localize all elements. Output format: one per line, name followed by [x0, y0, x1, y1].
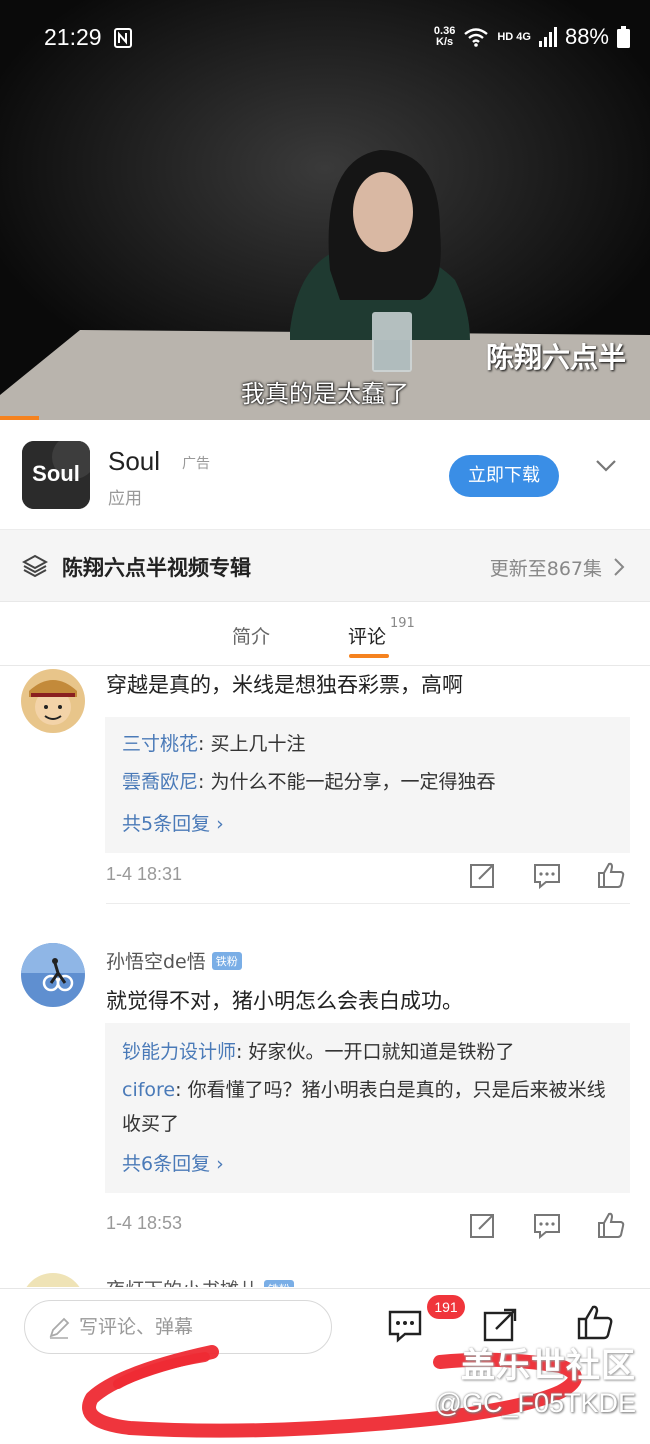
fan-badge: 铁粉 [211, 952, 242, 970]
reply-text: : 买上几十注 [198, 733, 306, 755]
comment-item: 孙悟空de悟 铁粉 就觉得不对，猪小明怎么会表白成功。 钞能力设计师: 好家伙。一… [0, 923, 650, 1253]
channel-logo: 陈翔六点半 [485, 341, 626, 374]
like-icon[interactable] [596, 860, 626, 890]
network-speed: 0.36 K/s [434, 26, 455, 48]
username-text[interactable]: 孙悟空de悟 [106, 951, 206, 973]
network-type: HD 4G [497, 31, 531, 43]
active-tab-indicator [349, 654, 389, 658]
like-icon[interactable] [576, 1303, 614, 1341]
comment-icon[interactable] [532, 860, 562, 890]
reply-text: : 为什么不能一起分享，一定得独吞 [198, 771, 496, 793]
tab-bar: 简介 评论 191 [0, 602, 650, 666]
nfc-icon [114, 28, 132, 48]
album-update-count[interactable]: 更新至867集 [490, 554, 602, 581]
more-replies-label: 共5条回复 [122, 813, 211, 835]
share-icon[interactable] [468, 860, 498, 890]
video-subtitle: 我真的是太蠢了 [241, 380, 409, 408]
comment-text: 穿越是真的，米线是想独吞彩票，高啊 [106, 673, 463, 697]
avatar[interactable] [21, 943, 85, 1007]
user-watermark: @GC_F05TKDE [434, 1388, 636, 1418]
comment-username[interactable]: 夜灯下的小书摊儿铁粉 [106, 1275, 295, 1287]
fan-badge: 铁粉 [264, 1280, 295, 1287]
like-icon[interactable] [596, 1210, 626, 1240]
forum-watermark: 盖乐世社区 [461, 1346, 636, 1386]
comment-icon[interactable] [532, 1210, 562, 1240]
ad-category: 应用 [108, 489, 142, 509]
ad-tag: 广告 [182, 456, 210, 472]
signal-icon [538, 27, 557, 47]
avatar[interactable] [21, 669, 85, 733]
comment-time: 1-4 18:53 [106, 1213, 183, 1233]
album-title: 陈翔六点半视频专辑 [62, 556, 251, 580]
chevron-right-icon[interactable] [612, 556, 626, 578]
comment-icon[interactable] [387, 1307, 423, 1343]
video-player[interactable]: 21:29 0.36 K/s HD 4G 88% 陈翔六点半 我真的是太蠢了 [0, 0, 650, 420]
tab-comments[interactable]: 评论 [348, 622, 386, 649]
app-icon-label: Soul [32, 461, 80, 486]
reply-author[interactable]: cifore [122, 1079, 175, 1101]
divider [106, 903, 630, 904]
username-text[interactable]: 夜灯下的小书摊儿 [106, 1279, 258, 1287]
reply-text: : 你看懂了吗？猪小明表白是真的，只是后来被米线收买了 [122, 1079, 606, 1135]
more-replies-link[interactable]: 共5条回复 › [122, 809, 224, 836]
tab-intro[interactable]: 简介 [232, 622, 270, 649]
app-icon[interactable]: Soul [22, 441, 90, 509]
reply-item[interactable]: 钞能力设计师: 好家伙。一开口就知道是铁粉了 [122, 1035, 612, 1069]
avatar[interactable] [21, 1273, 85, 1287]
comment-text: 就觉得不对，猪小明怎么会表白成功。 [106, 989, 463, 1013]
comment-list[interactable]: 穿越是真的，米线是想独吞彩票，高啊 三寸桃花: 买上几十注 雲喬欧尼: 为什么不… [0, 667, 650, 1287]
reply-box[interactable]: 钞能力设计师: 好家伙。一开口就知道是铁粉了 cifore: 你看懂了吗？猪小明… [105, 1023, 630, 1193]
comment-item: 夜灯下的小书摊儿铁粉 [0, 1273, 650, 1287]
album-row[interactable]: 陈翔六点半视频专辑 更新至867集 [0, 530, 650, 602]
battery-icon [617, 26, 630, 48]
wifi-icon [464, 28, 489, 47]
status-bar: 21:29 0.36 K/s HD 4G 88% [0, 0, 650, 70]
speed-unit: K/s [436, 36, 454, 48]
reply-author[interactable]: 三寸桃花 [122, 733, 198, 755]
download-button[interactable]: 立即下载 [449, 455, 559, 497]
reply-author[interactable]: 雲喬欧尼 [122, 771, 198, 793]
chevron-down-icon[interactable] [592, 456, 620, 476]
reply-item[interactable]: 三寸桃花: 买上几十注 [122, 727, 612, 761]
comment-input-box[interactable] [24, 1300, 332, 1354]
more-replies-label: 共6条回复 [122, 1153, 211, 1175]
share-icon[interactable] [468, 1210, 498, 1240]
more-replies-link[interactable]: 共6条回复 › [122, 1149, 224, 1176]
reply-item[interactable]: 雲喬欧尼: 为什么不能一起分享，一定得独吞 [122, 765, 612, 799]
comment-count-badge: 191 [427, 1295, 465, 1319]
comment-input[interactable] [79, 1311, 309, 1343]
chevron-right-icon: › [216, 813, 224, 835]
comment-time: 1-4 18:31 [106, 864, 183, 884]
reply-author[interactable]: 钞能力设计师 [122, 1041, 236, 1063]
status-time: 21:29 [44, 24, 102, 50]
reply-item[interactable]: cifore: 你看懂了吗？猪小明表白是真的，只是后来被米线收买了 [122, 1073, 612, 1141]
reply-box[interactable]: 三寸桃花: 买上几十注 雲喬欧尼: 为什么不能一起分享，一定得独吞 共5条回复 … [105, 717, 630, 853]
ad-banner[interactable]: Soul Soul 广告 应用 立即下载 [0, 420, 650, 530]
reply-text: : 好家伙。一开口就知道是铁粉了 [236, 1041, 515, 1063]
status-icons: 0.36 K/s HD 4G 88% [434, 24, 630, 50]
comment-username[interactable]: 孙悟空de悟 铁粉 [106, 947, 242, 974]
battery-level: 88% [564, 24, 609, 49]
tab-comment-count: 191 [390, 616, 415, 631]
pen-icon [49, 1317, 70, 1339]
ad-app-name[interactable]: Soul [108, 446, 160, 477]
comment-item: 穿越是真的，米线是想独吞彩票，高啊 三寸桃花: 买上几十注 雲喬欧尼: 为什么不… [0, 667, 650, 923]
chevron-right-icon: › [216, 1153, 224, 1175]
layers-icon [22, 554, 48, 578]
